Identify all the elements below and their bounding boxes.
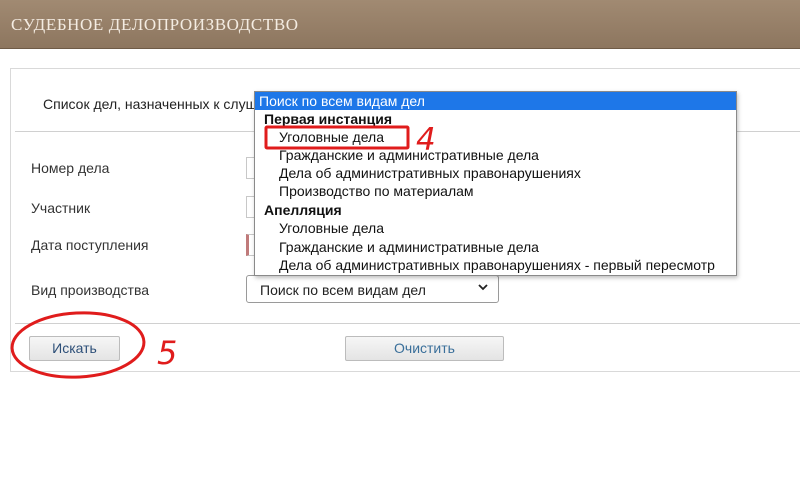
case-number-label: Номер дела — [31, 160, 110, 176]
receipt-date-label: Дата поступления — [31, 237, 149, 253]
header-title: СУДЕБНОЕ ДЕЛОПРОИЗВОДСТВО — [11, 15, 299, 34]
dropdown-option-appeal-admin-offenses[interactable]: Дела об административных правонарушениях… — [255, 256, 736, 274]
proceeding-type-select[interactable]: Поиск по всем видам дел — [246, 275, 499, 303]
dropdown-group-first-instance: Первая инстанция — [264, 111, 392, 127]
search-button[interactable]: Искать — [29, 336, 120, 361]
dropdown-option-criminal[interactable]: Уголовные дела — [255, 128, 736, 146]
header-bar: СУДЕБНОЕ ДЕЛОПРОИЗВОДСТВО — [0, 0, 800, 49]
dropdown-option-appeal-civil-admin[interactable]: Гражданские и административные дела — [255, 238, 736, 256]
proceeding-type-value: Поиск по всем видам дел — [260, 282, 426, 298]
dropdown-option-materials[interactable]: Производство по материалам — [255, 182, 736, 200]
clear-button[interactable]: Очистить — [345, 336, 504, 361]
dropdown-option-appeal-criminal[interactable]: Уголовные дела — [255, 219, 736, 237]
proceeding-type-label: Вид производства — [31, 282, 150, 298]
divider — [15, 323, 800, 324]
dropdown-option-all[interactable]: Поиск по всем видам дел — [255, 92, 736, 110]
proceeding-type-dropdown-list[interactable]: Поиск по всем видам дел Первая инстанция… — [254, 91, 737, 276]
dropdown-option-admin-offenses[interactable]: Дела об административных правонарушениях — [255, 164, 736, 182]
dropdown-group-appeal: Апелляция — [264, 202, 342, 218]
participant-label: Участник — [31, 200, 91, 216]
dropdown-option-civil-admin[interactable]: Гражданские и административные дела — [255, 146, 736, 164]
chevron-down-icon — [478, 284, 488, 291]
